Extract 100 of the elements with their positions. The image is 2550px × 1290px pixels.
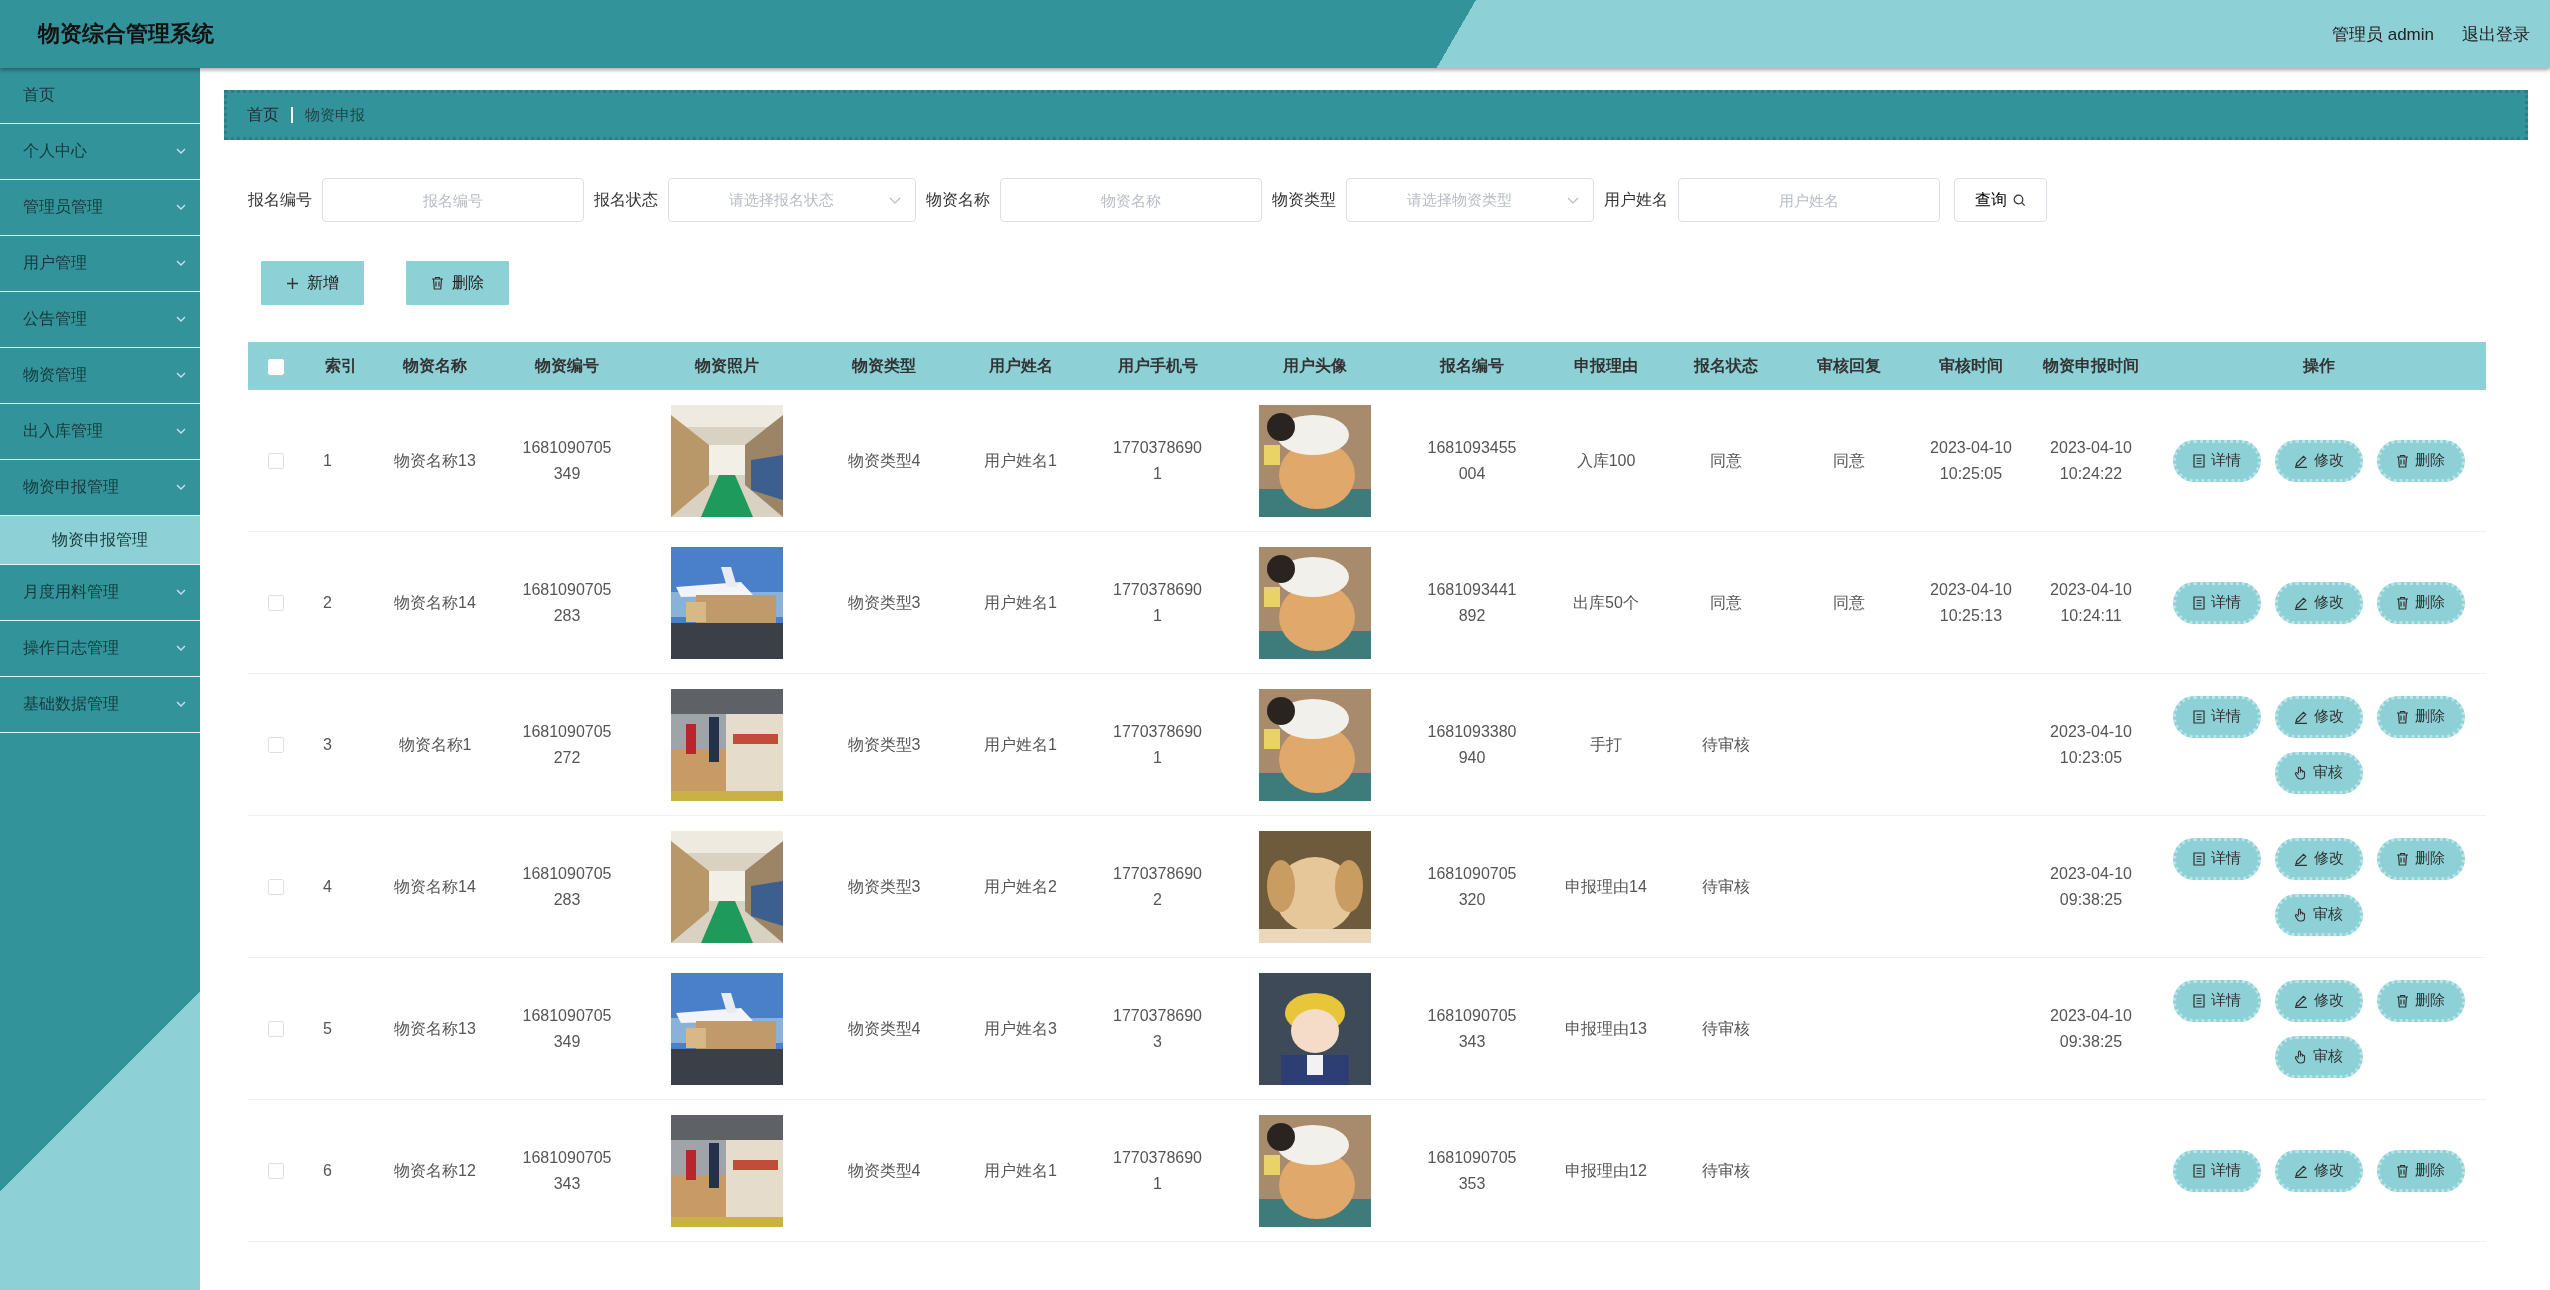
logout-link[interactable]: 退出登录: [2462, 22, 2530, 46]
user-label: 管理员 admin: [2331, 23, 2434, 46]
pencil-icon: [2293, 1163, 2308, 1178]
table-cell-text: 1681090705343: [1427, 1005, 1517, 1052]
hand-icon: [2294, 907, 2307, 922]
document-icon: [2192, 993, 2205, 1008]
edit-button[interactable]: 修改: [2274, 979, 2363, 1022]
detail-button[interactable]: 详情: [2172, 837, 2261, 880]
table-cell-text: 物资类型4: [847, 1018, 921, 1039]
delete-button[interactable]: 删除: [2376, 979, 2465, 1022]
add-button[interactable]: 新增: [264, 264, 361, 302]
table-cell-text: 1681090705272: [522, 721, 612, 768]
table-cell-text: 4: [323, 876, 332, 897]
detail-button[interactable]: 详情: [2172, 979, 2261, 1022]
table-cell-text: 待审核: [1702, 1160, 1750, 1181]
table-cell-text: 用户姓名1: [984, 734, 1057, 755]
input-field[interactable]: 报名编号: [322, 178, 584, 222]
table-cell-text: 物资名称13: [394, 450, 476, 471]
table-cell-text: 2023-04-10 09:38:25: [2049, 1005, 2133, 1052]
select-all-checkbox[interactable]: [267, 358, 284, 375]
delete-button[interactable]: 删除: [2376, 695, 2465, 738]
column-header: 报名编号: [1440, 356, 1504, 374]
delete-button[interactable]: 删除: [2376, 837, 2465, 880]
table-cell-text: 2023-04-10 10:25:13: [1929, 579, 2013, 626]
row-checkbox[interactable]: [267, 737, 284, 754]
input-field[interactable]: 用户姓名: [1678, 178, 1940, 222]
sidebar-subitem[interactable]: 物资申报管理: [0, 516, 200, 565]
delete-button[interactable]: 删除: [409, 264, 506, 302]
detail-button[interactable]: 详情: [2172, 581, 2261, 624]
pencil-icon: [2293, 851, 2308, 866]
trash-icon: [2396, 709, 2409, 724]
table-cell-text: 物资类型4: [847, 1160, 921, 1181]
row-checkbox[interactable]: [267, 453, 284, 470]
table-cell-text: 17703786901: [1113, 579, 1202, 626]
table-cell-text: 用户姓名1: [984, 450, 1057, 471]
trash-icon: [2396, 851, 2409, 866]
table-cell-text: 2023-04-10 09:38:25: [2049, 863, 2133, 910]
delete-button[interactable]: 删除: [2376, 439, 2465, 482]
delete-button[interactable]: 删除: [2376, 1149, 2465, 1192]
row-checkbox[interactable]: [267, 1021, 284, 1038]
table-cell-text: 用户姓名2: [984, 876, 1057, 897]
trash-icon: [2396, 1163, 2409, 1178]
edit-button[interactable]: 修改: [2274, 695, 2363, 738]
table-cell-text: 1681090705353: [1427, 1147, 1517, 1194]
chevron-icon: [176, 148, 186, 155]
trash-icon: [2396, 453, 2409, 468]
edit-button[interactable]: 修改: [2274, 837, 2363, 880]
table-cell-text: 17703786901: [1113, 1147, 1202, 1194]
table-cell-text: 用户姓名3: [984, 1018, 1057, 1039]
review-button[interactable]: 审核: [2274, 751, 2363, 794]
table-cell-text: 用户姓名1: [984, 1160, 1057, 1181]
trash-icon: [431, 276, 444, 290]
table-cell-text: 同意: [1710, 450, 1742, 471]
table-cell-text: 申报理由14: [1565, 876, 1647, 897]
field-label: 用户姓名: [1604, 189, 1668, 210]
table-cell-text: 2023-04-10 10:24:11: [2049, 579, 2133, 626]
app-title: 物资综合管理系统: [38, 20, 214, 48]
table-cell-text: 物资类型3: [847, 876, 921, 897]
breadcrumb-link[interactable]: 首页: [247, 104, 279, 126]
edit-button[interactable]: 修改: [2274, 581, 2363, 624]
column-header: 物资类型: [852, 356, 916, 374]
review-button[interactable]: 审核: [2274, 893, 2363, 936]
column-header: 物资名称: [403, 356, 467, 374]
row-checkbox[interactable]: [267, 879, 284, 896]
edit-button[interactable]: 修改: [2274, 1149, 2363, 1192]
row-checkbox[interactable]: [267, 595, 284, 612]
document-icon: [2192, 851, 2205, 866]
row-checkbox[interactable]: [267, 1163, 284, 1180]
table-cell-text: 物资名称14: [394, 592, 476, 613]
table-cell-text: 待审核: [1702, 1018, 1750, 1039]
review-button[interactable]: 审核: [2274, 1035, 2363, 1078]
pencil-icon: [2293, 595, 2308, 610]
table-cell-text: 1681090705320: [1427, 863, 1517, 910]
detail-button[interactable]: 详情: [2172, 439, 2261, 482]
table-cell-text: 1: [323, 450, 332, 471]
table-cell-text: 物资名称14: [394, 876, 476, 897]
table-cell-text: 5: [323, 1018, 332, 1039]
table-cell-text: 1681090705343: [522, 1147, 612, 1194]
delete-button[interactable]: 删除: [2376, 581, 2465, 624]
table-cell-text: 1681090705349: [522, 1005, 612, 1052]
table-cell-text: 1681090705283: [522, 863, 612, 910]
column-header: 物资申报时间: [2043, 356, 2139, 374]
chevron-icon: [176, 316, 186, 323]
chevron-icon: [176, 372, 186, 379]
chevron-icon: [176, 484, 186, 491]
table-cell-text: 申报理由13: [1565, 1018, 1647, 1039]
plus-icon: [286, 276, 299, 290]
trash-icon: [2396, 993, 2409, 1008]
detail-button[interactable]: 详情: [2172, 695, 2261, 738]
column-header: 操作: [2302, 356, 2335, 374]
field-label: 报名状态: [594, 189, 658, 210]
table-cell-text: 入库100: [1576, 450, 1636, 471]
detail-button[interactable]: 详情: [2172, 1149, 2261, 1192]
column-header: 用户头像: [1282, 356, 1347, 374]
input-field[interactable]: 物资名称: [1000, 178, 1262, 222]
edit-button[interactable]: 修改: [2274, 439, 2363, 482]
hand-icon: [2294, 1049, 2307, 1064]
search-button[interactable]: 查询: [1954, 178, 2047, 222]
column-header: 审核时间: [1939, 356, 2003, 374]
table-cell-text: 17703786901: [1113, 721, 1202, 768]
